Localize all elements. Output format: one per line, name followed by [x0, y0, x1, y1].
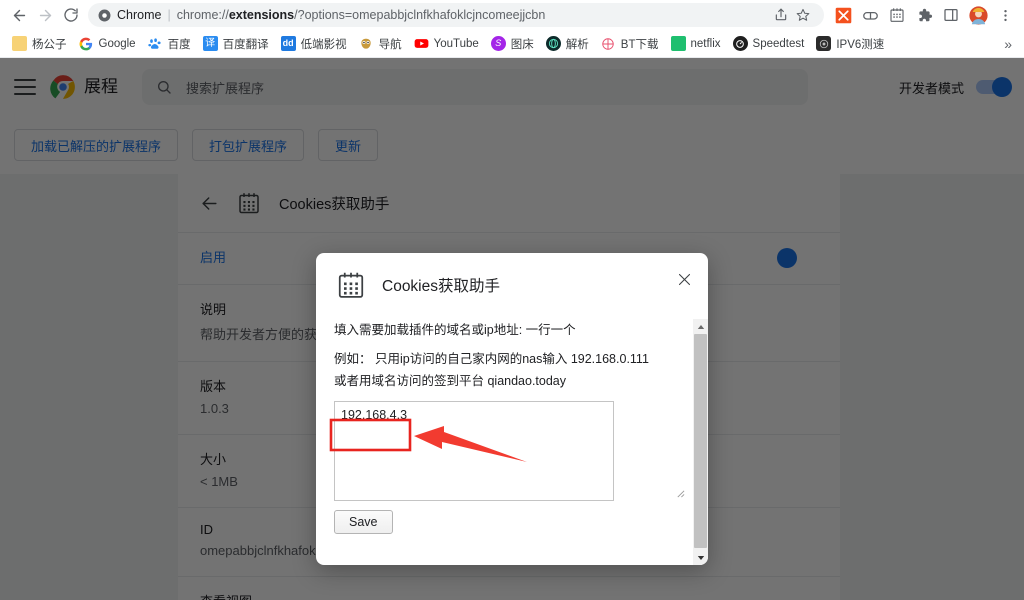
- dialog-example-line-1: 例如： 只用ip访问的自己家内网的nas输入 192.168.0.111: [334, 352, 649, 367]
- forward-icon[interactable]: [32, 2, 58, 28]
- bookmark-label: 杨公子: [32, 38, 67, 51]
- textarea-ip-value[interactable]: [334, 401, 614, 502]
- bt-icon: [601, 36, 616, 51]
- bookmark-label: 低端影视: [300, 38, 347, 51]
- bookmark-google[interactable]: Google: [73, 34, 142, 53]
- owl-icon: [359, 36, 374, 51]
- bookmark-baidu-translate[interactable]: 译 百度翻译: [197, 34, 275, 54]
- share-icon[interactable]: [770, 4, 792, 26]
- baidu-translate-icon: 译: [202, 36, 218, 51]
- bookmark-jiexi[interactable]: 解析: [540, 34, 595, 54]
- bookmark-yanggongzi[interactable]: 杨公子: [6, 34, 73, 54]
- bookmark-speedtest[interactable]: Speedtest: [727, 34, 811, 53]
- dialog-body: 填入需要加载插件的域名或ip地址: 一行一个 例如： 只用ip访问的自己家内网的…: [316, 317, 708, 565]
- bookmark-label: Google: [98, 37, 136, 50]
- bookmark-netflix[interactable]: netflix: [665, 34, 727, 53]
- browser-window: Chrome | chrome://extensions/?options=om…: [0, 0, 1024, 600]
- bookmark-youtube[interactable]: YouTube: [408, 34, 485, 53]
- dialog-example-line-2: 或者用域名访问的签到平台 qiandao.today: [334, 373, 567, 388]
- bookmark-label: Speedtest: [752, 37, 805, 50]
- bookmarks-bar: 杨公子 Google 百度 译 百度翻译 dd 低端影视 导航 YouTube …: [0, 30, 1024, 58]
- omnibox-url[interactable]: chrome://extensions/?options=omepabbjcln…: [177, 8, 770, 22]
- omnibox-scheme-label: Chrome: [117, 8, 162, 22]
- s-purple-icon: S: [490, 36, 506, 51]
- url-prefix: chrome://: [176, 8, 229, 22]
- bookmark-label: IPV6测速: [836, 38, 885, 51]
- extension-icons-group: [830, 2, 1018, 28]
- youtube-icon: [414, 36, 429, 51]
- side-panel-icon[interactable]: [938, 2, 964, 28]
- chrome-logo-icon: [98, 9, 111, 21]
- back-icon[interactable]: [6, 2, 32, 28]
- url-host: extensions: [228, 8, 295, 22]
- binoculars-extension-icon[interactable]: [857, 2, 883, 28]
- profile-avatar-icon[interactable]: [965, 2, 991, 28]
- close-icon[interactable]: [672, 267, 696, 291]
- bookmark-label: 百度: [167, 38, 191, 51]
- textarea-wrapper: [334, 401, 688, 502]
- extensions-puzzle-icon[interactable]: [911, 2, 937, 28]
- ipv6-icon: [816, 36, 832, 51]
- address-bar[interactable]: Chrome | chrome://extensions/?options=om…: [88, 3, 824, 27]
- baidu-icon: [148, 36, 163, 51]
- google-icon: [79, 36, 94, 51]
- scroll-down-arrow-icon[interactable]: [693, 550, 708, 565]
- dialog-header: Cookies获取助手: [316, 253, 708, 317]
- bookmark-ipv6[interactable]: IPV6测速: [810, 34, 890, 54]
- bookmark-label: 百度翻译: [222, 38, 269, 51]
- folder-icon: [12, 36, 27, 51]
- scrollbar-thumb[interactable]: [694, 334, 707, 548]
- options-dialog: Cookies获取助手 填入需要加载插件的域名或ip地址: 一行一个 例如： 只…: [316, 253, 708, 565]
- dialog-instruction: 填入需要加载插件的域名或ip地址: 一行一个: [334, 323, 576, 337]
- speedtest-icon: [732, 36, 748, 51]
- dialog-title: Cookies获取助手: [382, 278, 500, 295]
- netflix-green-icon: [670, 36, 686, 51]
- star-icon[interactable]: [792, 4, 814, 26]
- bookmark-daohang[interactable]: 导航: [353, 34, 408, 54]
- reload-icon[interactable]: [58, 2, 84, 28]
- bookmark-tuchuang[interactable]: S 图床: [485, 34, 540, 54]
- bookmark-label: YouTube: [433, 37, 479, 50]
- bookmark-label: 导航: [378, 38, 402, 51]
- url-path: /?options=omepabbjclnfkhafoklcjncomeejjc…: [294, 8, 546, 22]
- browser-toolbar: Chrome | chrome://extensions/?options=om…: [0, 0, 1024, 30]
- calendar-extension-icon: [338, 272, 364, 298]
- calendar-extension-icon[interactable]: [884, 2, 910, 28]
- bookmark-label: 解析: [565, 38, 589, 51]
- bookmark-bt-download[interactable]: BT下载: [595, 34, 665, 54]
- omnibox-separator: |: [167, 8, 171, 22]
- bookmark-label: 图床: [510, 38, 534, 51]
- tools-extension-icon[interactable]: [830, 2, 856, 28]
- bookmark-didianyingshi[interactable]: dd 低端影视: [275, 34, 353, 54]
- dialog-scrollbar[interactable]: [693, 319, 708, 565]
- chrome-menu-icon[interactable]: [992, 2, 1018, 28]
- bookmarks-overflow-icon[interactable]: »: [998, 36, 1018, 52]
- save-button[interactable]: Save: [334, 510, 393, 535]
- bookmark-label: BT下载: [620, 38, 659, 51]
- scroll-up-arrow-icon[interactable]: [693, 319, 708, 334]
- dd-icon: dd: [280, 36, 296, 51]
- globe-dark-icon: [545, 36, 561, 51]
- resize-grip-icon: [677, 490, 685, 498]
- bookmark-baidu[interactable]: 百度: [142, 34, 197, 54]
- bookmark-label: netflix: [690, 37, 721, 50]
